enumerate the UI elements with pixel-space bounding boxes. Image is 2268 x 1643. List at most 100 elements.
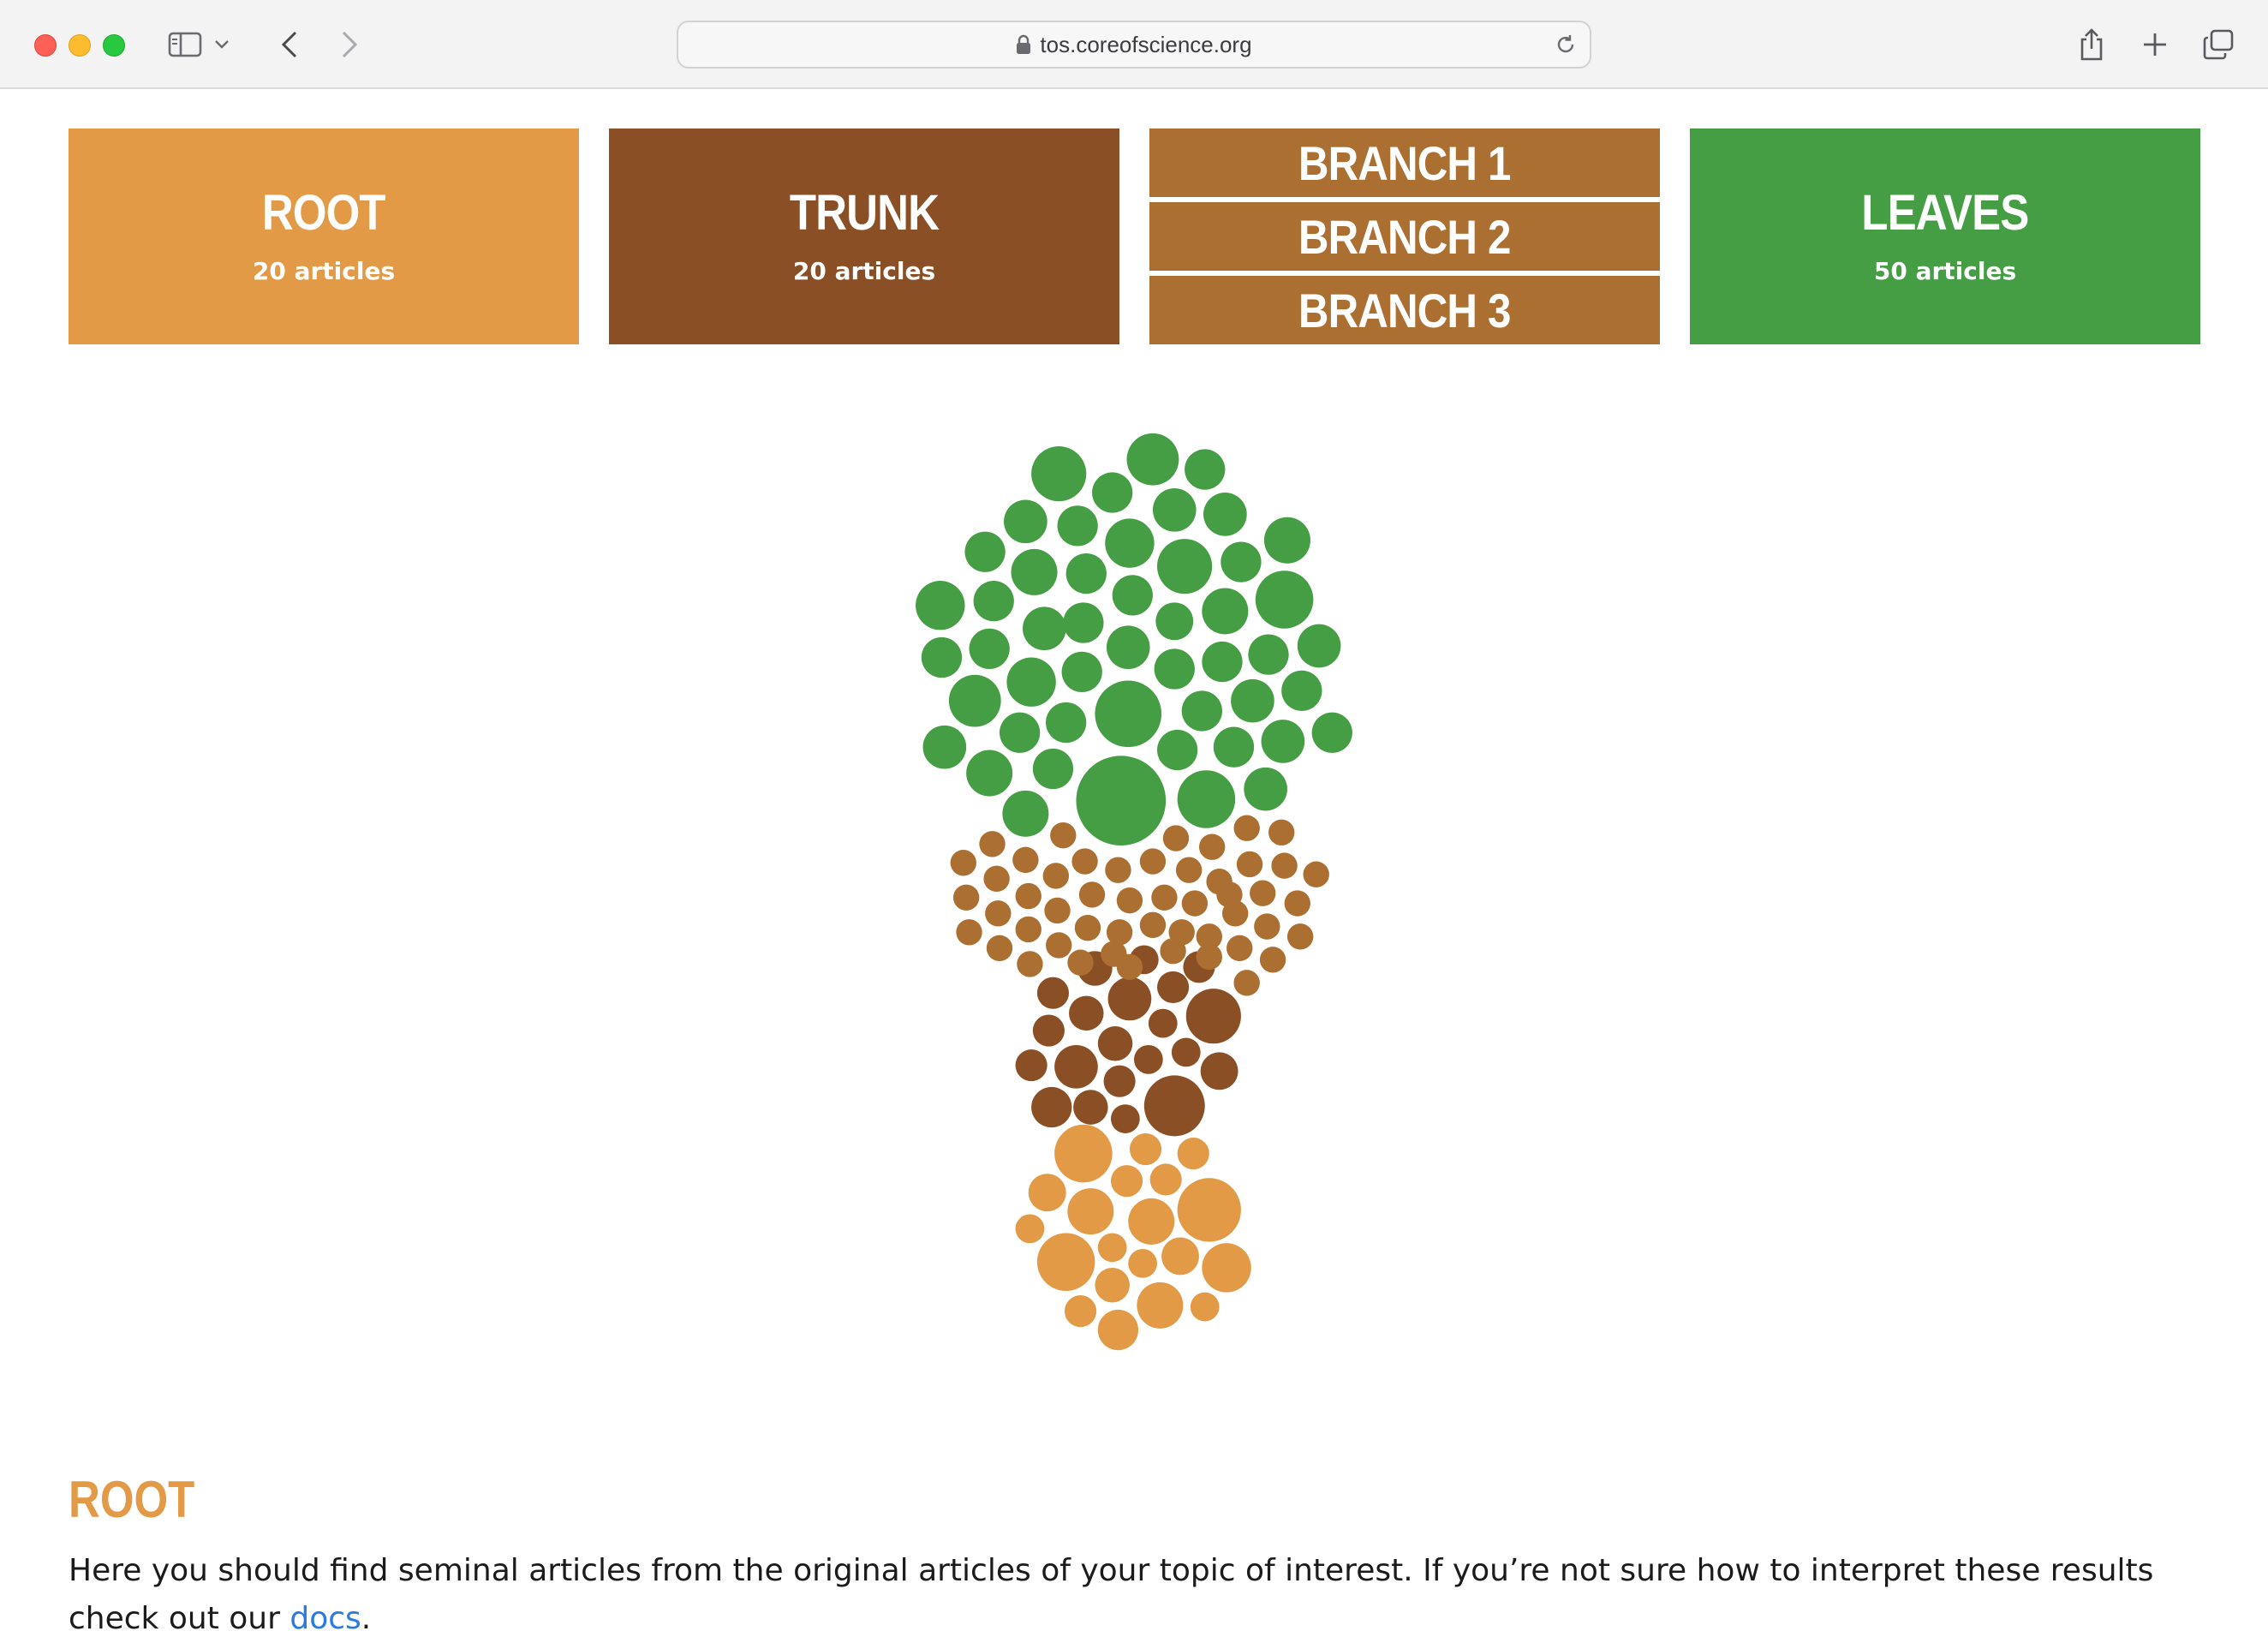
branch-article-bubble[interactable]: [1286, 923, 1314, 950]
branch-article-bubble[interactable]: [1042, 863, 1070, 889]
leaf-article-bubble[interactable]: [1255, 571, 1314, 629]
root-article-bubble[interactable]: [1129, 1132, 1162, 1166]
branch-article-bubble[interactable]: [1227, 935, 1253, 962]
root-article-bubble[interactable]: [1015, 1214, 1045, 1244]
leaf-article-bubble[interactable]: [1023, 606, 1066, 651]
minimize-window-button[interactable]: [69, 34, 91, 57]
leaf-article-bubble[interactable]: [966, 750, 1013, 797]
root-article-bubble[interactable]: [1190, 1292, 1220, 1322]
trunk-article-bubble[interactable]: [1097, 1026, 1133, 1061]
trunk-article-bubble[interactable]: [1134, 1044, 1163, 1074]
root-article-bubble[interactable]: [1097, 1233, 1127, 1263]
branch-article-bubble[interactable]: [1160, 938, 1186, 965]
leaf-article-bubble[interactable]: [1185, 449, 1226, 490]
root-article-bubble[interactable]: [1202, 1243, 1251, 1293]
share-button[interactable]: [2069, 24, 2114, 65]
branch-article-bubble[interactable]: [1017, 951, 1043, 977]
leaf-article-bubble[interactable]: [1095, 680, 1162, 748]
leaf-article-bubble[interactable]: [1154, 648, 1195, 690]
leaf-article-bubble[interactable]: [1297, 624, 1341, 668]
leaf-article-bubble[interactable]: [1202, 588, 1249, 635]
leaf-article-bubble[interactable]: [1126, 433, 1179, 486]
root-article-bubble[interactable]: [1064, 1295, 1097, 1328]
leaf-article-bubble[interactable]: [1248, 634, 1289, 675]
root-article-bubble[interactable]: [1149, 1163, 1182, 1196]
leaf-article-bubble[interactable]: [1261, 720, 1305, 763]
root-article-bubble[interactable]: [1028, 1174, 1066, 1212]
leaf-article-bubble[interactable]: [973, 581, 1014, 622]
root-article-bubble[interactable]: [1128, 1249, 1158, 1278]
root-article-bubble[interactable]: [1095, 1267, 1130, 1303]
new-tab-button[interactable]: [2133, 24, 2177, 65]
trunk-article-bubble[interactable]: [1031, 1086, 1072, 1128]
trunk-article-bubble[interactable]: [1073, 1090, 1108, 1125]
trunk-article-bubble[interactable]: [1143, 1075, 1205, 1137]
root-article-bubble[interactable]: [1128, 1198, 1175, 1245]
trunk-article-bubble[interactable]: [1185, 989, 1241, 1044]
branch-article-bubble[interactable]: [1151, 884, 1178, 911]
leaf-article-bubble[interactable]: [999, 712, 1041, 753]
leaf-article-bubble[interactable]: [1061, 651, 1102, 693]
branch-article-bubble[interactable]: [1233, 970, 1260, 996]
branch-article-bubble[interactable]: [1067, 949, 1094, 976]
branch-article-bubble[interactable]: [1015, 916, 1041, 943]
branch-article-bubble[interactable]: [1259, 947, 1286, 973]
branch-article-bubble[interactable]: [956, 919, 982, 946]
forward-button[interactable]: [327, 24, 372, 65]
leaf-article-bubble[interactable]: [1311, 712, 1352, 753]
leaf-article-bubble[interactable]: [1004, 499, 1047, 544]
branch-article-bubble[interactable]: [1044, 897, 1071, 924]
branch-article-bubble[interactable]: [1196, 943, 1222, 971]
zoom-window-button[interactable]: [103, 34, 125, 57]
leaf-article-bubble[interactable]: [1112, 575, 1153, 616]
branch-article-bubble[interactable]: [1050, 822, 1077, 849]
back-button[interactable]: [267, 24, 312, 65]
root-article-bubble[interactable]: [1036, 1233, 1095, 1291]
trunk-article-bubble[interactable]: [1015, 1049, 1047, 1082]
address-bar[interactable]: tos.coreofscience.org: [677, 21, 1591, 69]
leaf-article-bubble[interactable]: [1057, 505, 1098, 547]
branch-article-bubble[interactable]: [1284, 890, 1310, 917]
root-article-bubble[interactable]: [1137, 1282, 1184, 1329]
leaf-article-bubble[interactable]: [1105, 518, 1155, 568]
trunk-article-bubble[interactable]: [1200, 1052, 1238, 1090]
leaf-article-bubble[interactable]: [1203, 493, 1247, 536]
trunk-article-bubble[interactable]: [1171, 1037, 1201, 1067]
leaf-article-bubble[interactable]: [921, 636, 963, 678]
branch-article-bubble[interactable]: [1175, 857, 1203, 883]
trunk-article-bubble[interactable]: [1148, 1008, 1178, 1038]
leaf-article-bubble[interactable]: [1032, 748, 1074, 790]
branch-article-bubble[interactable]: [1271, 852, 1298, 879]
leaf-article-bubble[interactable]: [1106, 625, 1150, 670]
leaf-article-bubble[interactable]: [1177, 770, 1236, 828]
branch-article-bubble[interactable]: [1078, 881, 1106, 908]
branch-article-bubble[interactable]: [1162, 825, 1190, 851]
leaf-article-bubble[interactable]: [1155, 602, 1194, 641]
branch-article-bubble[interactable]: [1303, 861, 1329, 887]
branch-article-bubble[interactable]: [1116, 953, 1143, 980]
leaf-article-bubble[interactable]: [1202, 641, 1243, 683]
branch-article-bubble[interactable]: [1139, 911, 1167, 939]
root-article-bubble[interactable]: [1177, 1178, 1241, 1242]
leaf-article-bubble[interactable]: [1244, 767, 1287, 811]
leaf-article-bubble[interactable]: [948, 674, 1001, 727]
leaf-article-bubble[interactable]: [1031, 446, 1087, 502]
root-article-bubble[interactable]: [1161, 1237, 1199, 1276]
docs-link[interactable]: docs: [289, 1601, 361, 1636]
trunk-article-bubble[interactable]: [1157, 971, 1190, 1004]
branch-article-bubble[interactable]: [952, 884, 980, 911]
trunk-article-bubble[interactable]: [1110, 1104, 1140, 1133]
branch-article-bubble[interactable]: [1046, 932, 1072, 959]
leaf-article-bubble[interactable]: [1152, 487, 1197, 532]
leaf-article-bubble[interactable]: [1281, 670, 1322, 711]
root-article-bubble[interactable]: [1067, 1188, 1114, 1235]
trunk-article-bubble[interactable]: [1103, 1065, 1136, 1097]
leaf-article-bubble[interactable]: [1006, 657, 1056, 707]
branch-article-bubble[interactable]: [1071, 848, 1098, 875]
branch-article-bubble[interactable]: [986, 935, 1013, 962]
branch-article-bubble[interactable]: [1221, 900, 1249, 927]
leaf-article-bubble[interactable]: [969, 628, 1010, 670]
branch-article-bubble[interactable]: [1254, 913, 1280, 940]
leaf-article-bubble[interactable]: [1221, 541, 1262, 583]
trunk-article-bubble[interactable]: [1069, 995, 1104, 1031]
